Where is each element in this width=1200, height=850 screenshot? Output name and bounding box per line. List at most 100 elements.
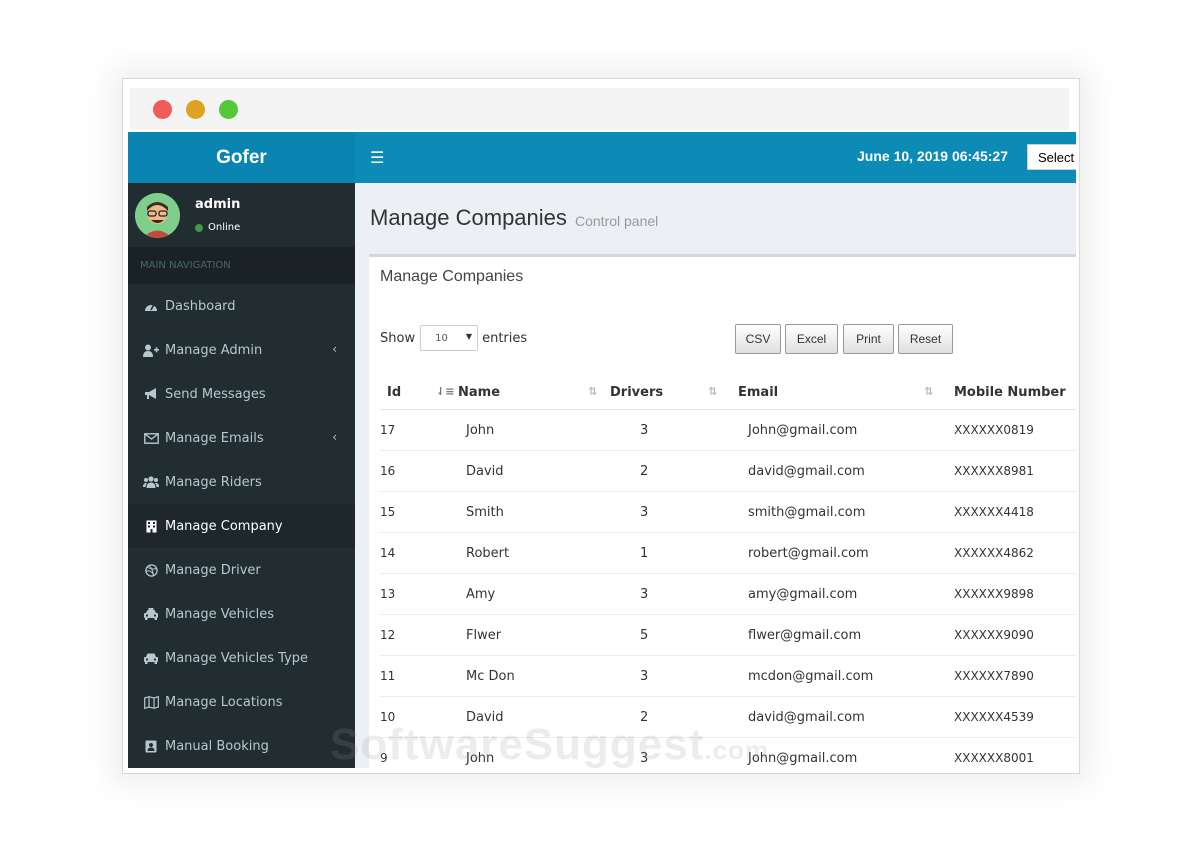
- excel-button[interactable]: Excel: [785, 324, 838, 354]
- cell-mobile: XXXXXX0819: [954, 409, 1076, 451]
- user-panel: admin Online: [128, 183, 355, 247]
- user-name: admin: [195, 197, 241, 212]
- sidebar-item-label: Send Messages: [165, 386, 266, 402]
- cell-mobile: XXXXXX7890: [954, 655, 1076, 697]
- window-titlebar: [130, 88, 1069, 130]
- cell-mobile: XXXXXX8001: [954, 737, 1076, 768]
- table-header-row: Id ⇃≡ Name ⇅ Drivers ⇅ Email ⇅ Mobile Number: [380, 375, 1076, 410]
- chevron-left-icon: ‹: [332, 342, 337, 356]
- box-title: Manage Companies: [380, 268, 524, 285]
- cell-mobile: XXXXXX9090: [954, 614, 1076, 656]
- sidebar-item-manage-driver[interactable]: Manage Driver: [128, 548, 355, 592]
- close-window-button[interactable]: [153, 100, 172, 119]
- sidebar-item-send-messages[interactable]: Send Messages: [128, 372, 355, 416]
- cell-id: 14: [380, 532, 458, 574]
- column-header-email[interactable]: Email ⇅: [738, 375, 954, 410]
- column-header-name[interactable]: Name ⇅: [458, 375, 610, 410]
- content-header: Manage Companies Control panel: [355, 183, 1076, 255]
- cell-drivers: 3: [610, 409, 738, 451]
- brand-logo[interactable]: Gofer: [128, 132, 355, 183]
- column-header-id[interactable]: Id ⇃≡: [380, 375, 458, 410]
- sidebar-item-manage-vehicles[interactable]: Manage Vehicles: [128, 592, 355, 636]
- online-dot-icon: [195, 223, 203, 232]
- page-subtitle: Control panel: [575, 213, 659, 229]
- sidebar-item-manage-admin[interactable]: Manage Admin ‹: [128, 328, 355, 372]
- sidebar-item-label: Manage Vehicles: [165, 606, 275, 622]
- map-icon: [143, 695, 159, 709]
- sort-icon: ⇅: [924, 385, 934, 398]
- cell-id: 16: [380, 450, 458, 492]
- maximize-window-button[interactable]: [219, 100, 238, 119]
- cell-mobile: XXXXXX4418: [954, 491, 1076, 533]
- sidebar-item-dashboard[interactable]: Dashboard: [128, 284, 355, 328]
- show-label: Show: [380, 330, 416, 346]
- cell-email: smith@gmail.com: [738, 491, 954, 533]
- dribbble-icon: [143, 563, 159, 577]
- table-row: 14 Robert 1 robert@gmail.com XXXXXX4862: [380, 532, 1076, 574]
- cell-email: mcdon@gmail.com: [738, 655, 954, 697]
- sidebar-item-manage-riders[interactable]: Manage Riders: [128, 460, 355, 504]
- table-row: 15 Smith 3 smith@gmail.com XXXXXX4418: [380, 491, 1076, 533]
- sort-desc-icon: ⇃≡: [436, 385, 455, 398]
- cell-mobile: XXXXXX4539: [954, 696, 1076, 738]
- caret-down-icon: ▼: [465, 332, 473, 341]
- sidebar-item-manage-vehicles-type[interactable]: Manage Vehicles Type: [128, 636, 355, 680]
- cell-email: david@gmail.com: [738, 696, 954, 738]
- browser-window: Gofer admin Online MAIN NAVIGATION Dashb…: [122, 78, 1080, 774]
- car-icon: [143, 651, 159, 665]
- building-icon: [143, 519, 159, 533]
- avatar: [135, 193, 180, 238]
- chevron-left-icon: ‹: [332, 430, 337, 444]
- cell-name: John: [458, 409, 610, 451]
- csv-button[interactable]: CSV: [735, 324, 781, 354]
- cell-drivers: 3: [610, 491, 738, 533]
- language-select[interactable]: Select: [1027, 144, 1076, 170]
- cell-email: John@gmail.com: [738, 737, 954, 768]
- user-plus-icon: [143, 343, 159, 357]
- sidebar-item-manage-locations[interactable]: Manage Locations: [128, 680, 355, 724]
- cell-mobile: XXXXXX9898: [954, 573, 1076, 615]
- minimize-window-button[interactable]: [186, 100, 205, 119]
- cell-name: Amy: [458, 573, 610, 615]
- reset-button[interactable]: Reset: [898, 324, 953, 354]
- table-row: 17 John 3 John@gmail.com XXXXXX0819: [380, 409, 1076, 451]
- cell-id: 12: [380, 614, 458, 656]
- cell-drivers: 3: [610, 573, 738, 615]
- sidebar-item-label: Manage Locations: [165, 694, 283, 710]
- address-book-icon: [143, 739, 159, 753]
- cell-email: flwer@gmail.com: [738, 614, 954, 656]
- cell-id: 17: [380, 409, 458, 451]
- column-header-drivers[interactable]: Drivers ⇅: [610, 375, 738, 410]
- page-title: Manage Companies: [370, 205, 567, 230]
- sidebar-item-manage-company[interactable]: Manage Company: [128, 504, 355, 548]
- cell-email: robert@gmail.com: [738, 532, 954, 574]
- taxi-icon: [143, 607, 159, 621]
- sidebar-item-label: Manage Emails: [165, 430, 264, 446]
- sidebar-item-label: Manage Company: [165, 518, 283, 534]
- column-header-mobile-number[interactable]: Mobile Number: [954, 375, 1076, 410]
- sidebar-item-manage-emails[interactable]: Manage Emails ‹: [128, 416, 355, 460]
- cell-mobile: XXXXXX4862: [954, 532, 1076, 574]
- menu-toggle-icon[interactable]: ☰: [370, 148, 384, 167]
- table-row: 12 Flwer 5 flwer@gmail.com XXXXXX9090: [380, 614, 1076, 656]
- cell-mobile: XXXXXX8981: [954, 450, 1076, 492]
- entries-length-control: Show 10 ▼ entries: [380, 325, 527, 351]
- cell-name: Smith: [458, 491, 610, 533]
- sidebar-item-manual-booking[interactable]: Manual Booking: [128, 724, 355, 768]
- table-row: 11 Mc Don 3 mcdon@gmail.com XXXXXX7890: [380, 655, 1076, 697]
- entries-select[interactable]: 10 ▼: [420, 325, 479, 351]
- sort-icon: ⇅: [708, 385, 718, 398]
- admin-app: Gofer admin Online MAIN NAVIGATION Dashb…: [128, 132, 1076, 768]
- users-icon: [143, 475, 159, 489]
- table-row: 13 Amy 3 amy@gmail.com XXXXXX9898: [380, 573, 1076, 615]
- entries-label: entries: [482, 330, 528, 346]
- sidebar-item-label: Dashboard: [165, 298, 236, 314]
- cell-name: Robert: [458, 532, 610, 574]
- entries-select-value: 10: [435, 332, 448, 344]
- sidebar-item-label: Manual Booking: [165, 738, 269, 754]
- print-button[interactable]: Print: [843, 324, 894, 354]
- sidebar-item-label: Manage Admin: [165, 342, 263, 358]
- cell-email: david@gmail.com: [738, 450, 954, 492]
- cell-name: David: [458, 450, 610, 492]
- sidebar-item-label: Manage Driver: [165, 562, 261, 578]
